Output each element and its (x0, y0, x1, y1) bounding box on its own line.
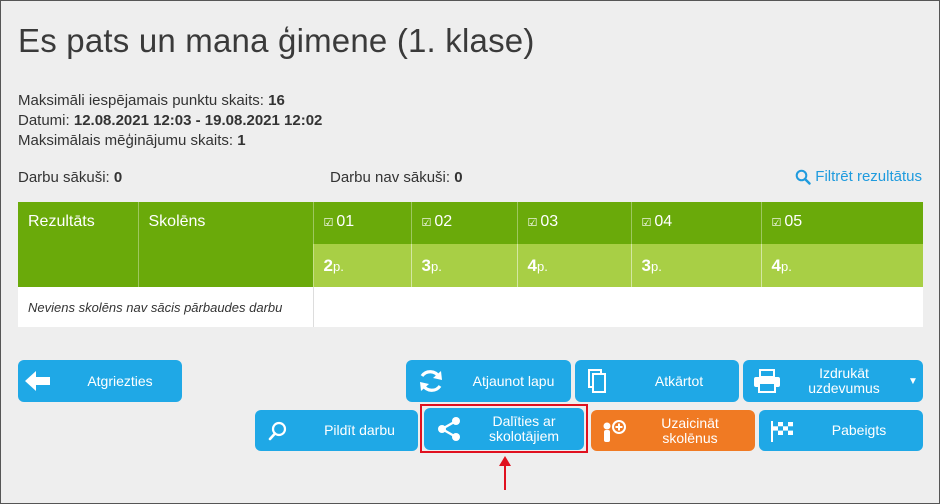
back-button[interactable]: Atgriezties (18, 360, 182, 402)
share-highlight-box (420, 404, 588, 453)
printer-icon (743, 369, 791, 393)
add-user-icon (591, 419, 635, 443)
started-label: Darbu sākuši: (18, 169, 110, 186)
arrow-up-annotation (499, 456, 511, 490)
page-title: Es pats un mana ģimene (1. klase) (18, 22, 535, 59)
question-label: 03 (540, 213, 559, 230)
dates-line: Datumi: 12.08.2021 12:03 - 19.08.2021 12… (18, 112, 322, 129)
arrow-left-icon (18, 371, 58, 391)
edit-icon: ☑ (421, 217, 432, 229)
question-header-03[interactable]: ☑ 03 (517, 202, 632, 244)
question-label: 04 (654, 213, 673, 230)
not-started-label: Darbu nav sākuši: (330, 169, 451, 186)
dates-label: Datumi: (18, 112, 70, 129)
question-points-03: 4p. (517, 244, 632, 287)
repeat-button[interactable]: Atkārtot (575, 360, 739, 402)
chevron-down-icon[interactable]: ▼ (903, 376, 923, 387)
started-count: Darbu sākuši: 0 (18, 169, 122, 186)
refresh-page-label: Atjaunot lapu (472, 372, 555, 389)
max-attempts-line: Maksimālais mēģinājumu skaits: 1 (18, 132, 246, 149)
question-points-01: 2p. (313, 244, 412, 287)
invite-students-label: Uzaicināt skolēnus (661, 414, 719, 446)
question-header-01[interactable]: ☑ 01 (313, 202, 412, 244)
filter-results-link[interactable]: Filtrēt rezultātus (795, 168, 922, 185)
question-header-05[interactable]: ☑ 05 (761, 202, 923, 244)
dates-value: 12.08.2021 12:03 - 19.08.2021 12:02 (73, 112, 323, 129)
edit-icon: ☑ (527, 217, 538, 229)
max-points-line: Maksimāli iespējamais punktu skaits: 16 (18, 92, 285, 109)
finish-label: Pabeigts (831, 422, 887, 438)
table-header-row: Rezultāts Skolēns ☑ 01 ☑ 02 ☑ 03 ☑ 04 ☑ 05 (18, 202, 923, 287)
filter-results-label: Filtrēt rezultātus (815, 168, 922, 185)
finish-button[interactable]: Pabeigts (759, 410, 923, 451)
max-attempts-label: Maksimālais mēģinājumu skaits: (18, 132, 234, 149)
invite-students-button[interactable]: Uzaicināt skolēnus (591, 410, 755, 451)
not-started-count: Darbu nav sākuši: 0 (330, 169, 463, 186)
max-points-value: 16 (268, 92, 285, 109)
column-header-student[interactable]: Skolēns (138, 202, 314, 287)
search-icon (795, 169, 811, 185)
repeat-label: Atkārtot (654, 372, 704, 389)
question-label: 05 (784, 213, 803, 230)
question-points-02: 3p. (411, 244, 518, 287)
refresh-page-button[interactable]: Atjaunot lapu (406, 360, 571, 402)
max-attempts-value: 1 (237, 132, 246, 149)
empty-message: Neviens skolēns nav sācis pārbaudes darb… (18, 287, 314, 327)
copy-icon (575, 368, 619, 394)
question-header-02[interactable]: ☑ 02 (411, 202, 518, 244)
print-tasks-label: Izdrukāt uzdevumus (808, 365, 880, 396)
edit-icon: ☑ (641, 217, 652, 229)
fill-work-label: Pildīt darbu (324, 422, 395, 438)
search-icon (255, 421, 301, 441)
back-label: Atgriezties (87, 372, 153, 389)
question-points-04: 3p. (631, 244, 762, 287)
empty-cell (313, 287, 923, 327)
edit-icon: ☑ (771, 217, 782, 229)
max-points-label: Maksimāli iespējamais punktu skaits: (18, 92, 264, 109)
results-table: Rezultāts Skolēns ☑ 01 ☑ 02 ☑ 03 ☑ 04 ☑ 05 2p… (18, 202, 923, 327)
refresh-icon (406, 368, 456, 394)
table-row: Neviens skolēns nav sācis pārbaudes darb… (18, 287, 923, 327)
not-started-value: 0 (454, 169, 463, 186)
print-tasks-button[interactable]: Izdrukāt uzdevumus ▼ (743, 360, 923, 402)
checkered-flag-icon (759, 419, 805, 443)
question-header-04[interactable]: ☑ 04 (631, 202, 762, 244)
edit-icon: ☑ (323, 217, 334, 229)
question-points-05: 4p. (771, 255, 792, 275)
question-label: 01 (336, 213, 355, 230)
started-value: 0 (113, 169, 123, 186)
column-header-result[interactable]: Rezultāts (18, 202, 139, 287)
question-label: 02 (434, 213, 453, 230)
fill-work-button[interactable]: Pildīt darbu (255, 410, 418, 451)
